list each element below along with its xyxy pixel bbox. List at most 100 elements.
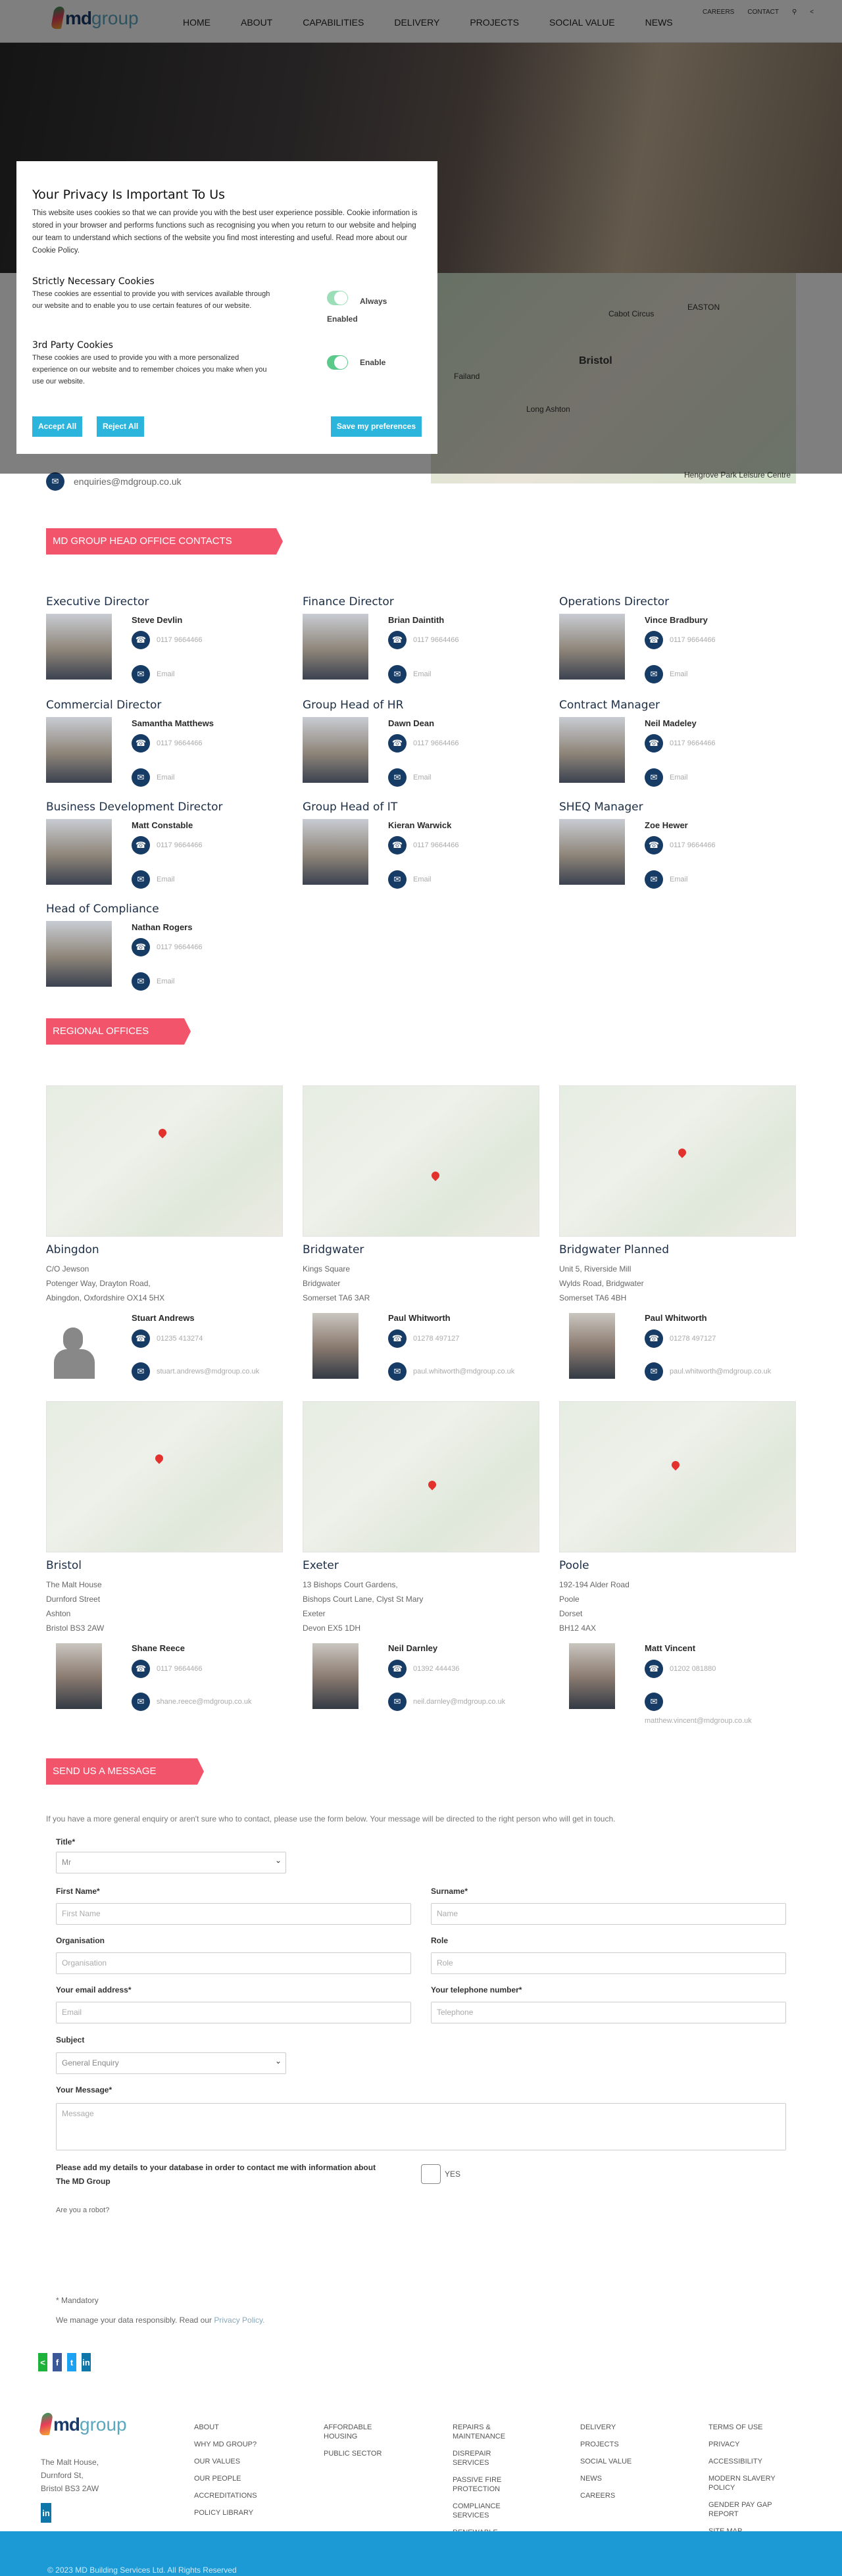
office-email[interactable]: ✉ shane.reece@mdgroup.co.uk [132,1693,251,1711]
footer-link[interactable]: ABOUT [194,2423,266,2432]
footer-link[interactable]: SOCIAL VALUE [580,2457,653,2466]
title-select[interactable]: Mr [56,1850,286,1873]
contact-phone[interactable]: ☎ 0117 9664466 [645,836,716,855]
email-link[interactable]: neil.darnley@mdgroup.co.uk [413,1698,505,1706]
contact-email[interactable]: ✉ Email [388,665,432,683]
contact-email[interactable]: ✉ Email [388,870,432,889]
footer-link[interactable]: COMPLIANCE SERVICES [453,2502,525,2520]
footer-link[interactable]: CAREERS [580,2491,653,2500]
phone-number[interactable]: 01278 497127 [670,1335,716,1343]
email-link[interactable]: Email [157,876,175,883]
footer-link[interactable]: OUR PEOPLE [194,2474,266,2483]
footer-link[interactable]: ACCREDITATIONS [194,2491,266,2500]
office-phone[interactable]: ☎ 01392 444436 [388,1660,459,1678]
footer-link[interactable]: OUR VALUES [194,2457,266,2466]
first-name-input[interactable]: First Name [56,1903,411,1925]
contact-phone[interactable]: ☎ 0117 9664466 [132,734,203,753]
contact-phone[interactable]: ☎ 0117 9664466 [388,836,459,855]
contact-email[interactable]: ✉ Email [645,870,688,889]
head-office-email[interactable]: ✉ enquiries@mdgroup.co.uk [46,472,182,491]
footer-link[interactable]: PUBLIC SECTOR [324,2449,396,2458]
contact-email[interactable]: ✉ Email [132,870,175,889]
telephone-input[interactable]: Telephone [431,2002,786,2023]
phone-number[interactable]: 01278 497127 [413,1335,459,1343]
email-link[interactable]: Email [670,876,688,883]
phone-number[interactable]: 01235 413274 [157,1335,203,1343]
contact-email[interactable]: ✉ Email [132,972,175,991]
share-icon[interactable]: < [38,2353,47,2371]
phone-number[interactable]: 0117 9664466 [157,1665,203,1673]
contact-email[interactable]: ✉ Email [388,768,432,787]
contact-phone[interactable]: ☎ 0117 9664466 [388,631,459,649]
email-link[interactable]: Email [670,774,688,781]
accept-all-button[interactable]: Accept All [32,416,83,437]
office-phone[interactable]: ☎ 01235 413274 [132,1329,203,1348]
contact-phone[interactable]: ☎ 0117 9664466 [132,836,203,855]
email-input[interactable]: Email [56,2002,411,2023]
office-phone[interactable]: ☎ 01278 497127 [388,1329,459,1348]
email-link[interactable]: matthew.vincent@mdgroup.co.uk [645,1717,752,1725]
contact-email[interactable]: ✉ Email [132,768,175,787]
office-email[interactable]: ✉ neil.darnley@mdgroup.co.uk [388,1693,505,1711]
contact-phone[interactable]: ☎ 0117 9664466 [132,631,203,649]
phone-number[interactable]: 0117 9664466 [413,636,459,644]
email-link[interactable]: stuart.andrews@mdgroup.co.uk [157,1368,259,1375]
footer-link[interactable]: ACCESSIBILITY [708,2457,781,2466]
save-preferences-button[interactable]: Save my preferences [330,416,422,437]
phone-number[interactable]: 0117 9664466 [670,841,716,849]
phone-number[interactable]: 0117 9664466 [157,841,203,849]
office-map[interactable] [303,1085,539,1237]
email-link[interactable]: Email [157,978,175,985]
footer-link[interactable]: GENDER PAY GAP REPORT [708,2500,781,2519]
facebook-icon[interactable]: f [53,2353,62,2371]
footer-link[interactable]: POLICY LIBRARY [194,2508,266,2517]
privacy-policy-link[interactable]: Privacy Policy. [214,2316,264,2325]
footer-link[interactable]: DISREPAIR SERVICES [453,2449,525,2467]
office-map[interactable] [559,1401,796,1552]
footer-link[interactable]: AFFORDABLE HOUSING [324,2423,396,2441]
reject-all-button[interactable]: Reject All [97,416,145,437]
linkedin-icon[interactable]: in [82,2353,91,2371]
office-map[interactable] [46,1401,283,1552]
office-email[interactable]: ✉ paul.whitworth@mdgroup.co.uk [645,1362,771,1381]
contact-phone[interactable]: ☎ 0117 9664466 [388,734,459,753]
contact-email[interactable]: ✉ Email [645,665,688,683]
footer-logo[interactable]: md group [39,2413,127,2435]
contact-email[interactable]: ✉ Email [132,665,175,683]
third-party-toggle[interactable] [327,355,348,370]
office-email[interactable]: ✉ stuart.andrews@mdgroup.co.uk [132,1362,259,1381]
phone-number[interactable]: 0117 9664466 [157,943,203,951]
footer-link[interactable]: PROJECTS [580,2440,653,2449]
email-link[interactable]: paul.whitworth@mdgroup.co.uk [413,1368,514,1375]
email-link[interactable]: shane.reece@mdgroup.co.uk [157,1698,251,1706]
footer-link[interactable]: MODERN SLAVERY POLICY [708,2474,781,2492]
message-textarea[interactable]: Message [56,2103,786,2150]
office-map[interactable] [46,1085,283,1237]
phone-number[interactable]: 0117 9664466 [670,636,716,644]
footer-link[interactable]: PRIVACY [708,2440,781,2449]
email-link[interactable]: Email [413,774,432,781]
footer-link[interactable]: NEWS [580,2474,653,2483]
phone-number[interactable]: 0117 9664466 [670,739,716,747]
consent-checkbox[interactable] [421,2164,441,2184]
email-link[interactable]: Email [413,876,432,883]
role-input[interactable]: Role [431,1952,786,1974]
email-link[interactable]: Email [670,670,688,678]
email-link[interactable]: Email [157,670,175,678]
email-link[interactable]: Email [413,670,432,678]
footer-link[interactable]: REPAIRS & MAINTENANCE [453,2423,525,2441]
office-map[interactable] [303,1401,539,1552]
footer-linkedin-icon[interactable]: in [41,2503,51,2523]
office-phone[interactable]: ☎ 01202 081880 [645,1660,716,1678]
office-phone[interactable]: ☎ 01278 497127 [645,1329,716,1348]
twitter-icon[interactable]: t [67,2353,76,2371]
contact-email[interactable]: ✉ Email [645,768,688,787]
footer-link[interactable]: DELIVERY [580,2423,653,2432]
phone-number[interactable]: 01392 444436 [413,1665,459,1673]
phone-number[interactable]: 01202 081880 [670,1665,716,1673]
office-phone[interactable]: ☎ 0117 9664466 [132,1660,203,1678]
email-link[interactable]: enquiries@mdgroup.co.uk [74,476,182,487]
footer-link[interactable]: WHY MD GROUP? [194,2440,266,2449]
organisation-input[interactable]: Organisation [56,1952,411,1974]
contact-phone[interactable]: ☎ 0117 9664466 [645,734,716,753]
